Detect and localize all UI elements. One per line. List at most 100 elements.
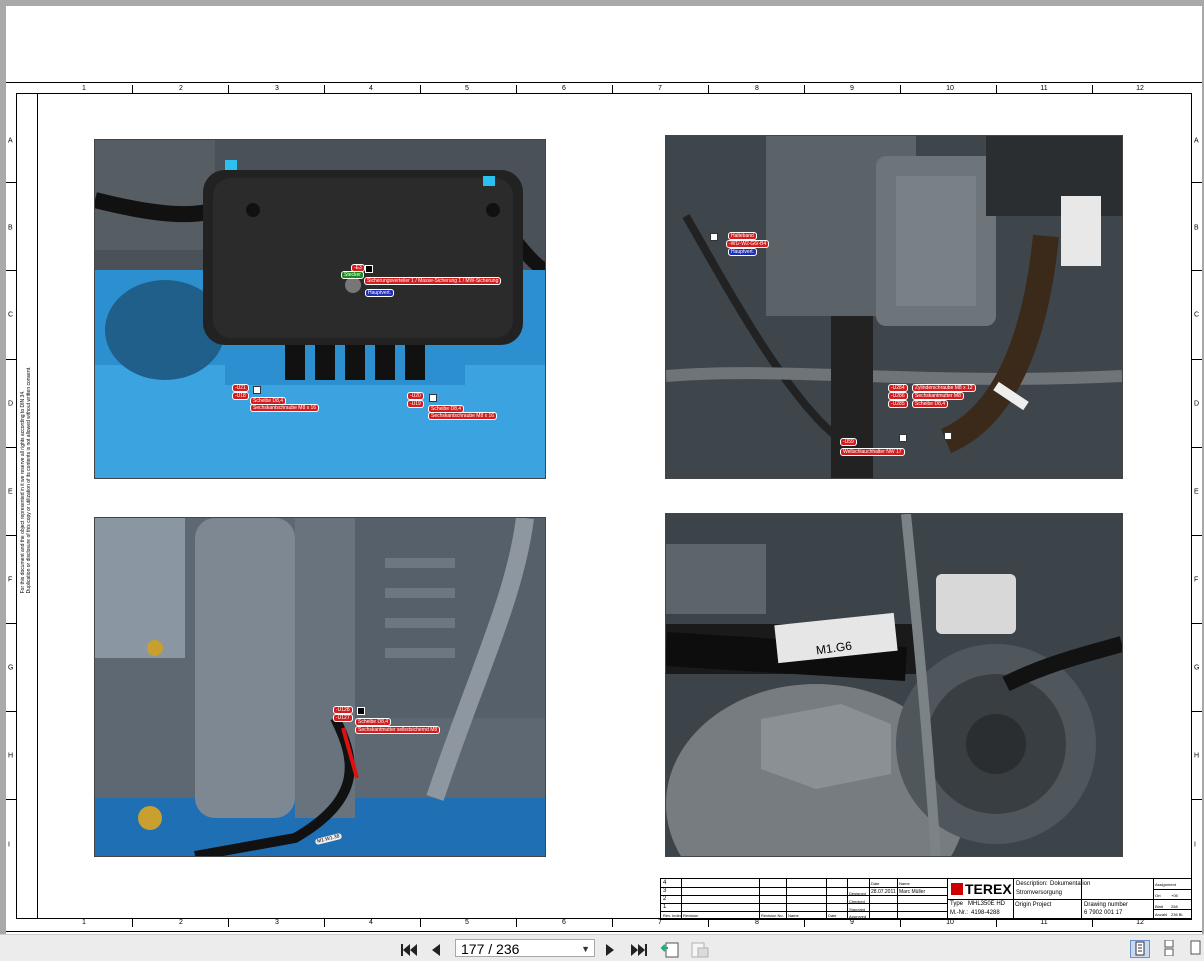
description-value-2: Stromversorgung — [1016, 890, 1063, 896]
col-label: 1 — [82, 919, 86, 926]
description-value: Dokumentation — [1050, 881, 1091, 887]
row-label: B — [1194, 224, 1199, 232]
tag-u285: -U285 — [888, 400, 908, 408]
col-label: 8 — [755, 85, 759, 92]
rev-row: 2 — [663, 896, 667, 902]
go-back-view-icon — [660, 942, 679, 958]
column-ruler-top: 1 2 3 4 5 6 7 8 9 10 11 12 — [9, 85, 1195, 93]
col-label: 9 — [850, 919, 854, 926]
single-page-view-button[interactable] — [1130, 940, 1150, 958]
go-back-view-button[interactable] — [660, 940, 680, 961]
callout-marker — [710, 233, 718, 241]
col-label: 11 — [1040, 85, 1048, 92]
go-forward-view-icon — [691, 942, 709, 958]
tag-sicherungsverteiler: Sicherungsverteiler 1 / Masse-Sicherung … — [364, 277, 502, 285]
tag-u128: -U128 — [333, 706, 353, 714]
tag-u59: -U59 — [840, 438, 857, 446]
col-label: 2 — [179, 85, 183, 92]
approved-label: Approved — [849, 914, 867, 919]
photo-engine-top: Halteband -W1/-W2-G6/-B4 Hauptvert. -U28… — [665, 135, 1123, 479]
row-label: H — [8, 752, 14, 760]
ort-label: Ort — [1155, 893, 1161, 898]
anzahl-label: Anzahl — [1155, 912, 1168, 917]
tag-hauptvert: Hauptvert. — [728, 248, 758, 256]
photo-engine-top-graphic — [666, 136, 1122, 478]
callout-marker — [899, 434, 907, 442]
page-number-text: 177 / 236 — [461, 941, 520, 957]
continuous-view-button[interactable] — [1160, 939, 1178, 957]
row-label: C — [1194, 311, 1200, 319]
tag-u18: -U18 — [232, 392, 249, 400]
photo-fuse-box-graphic — [95, 140, 545, 478]
anzahl-value: 236 Bl. — [1171, 912, 1184, 917]
description-label: Description: — [1016, 881, 1048, 887]
row-label: A — [1194, 137, 1199, 145]
first-page-button[interactable] — [400, 943, 418, 960]
photo-alternator-belt-graphic — [95, 518, 545, 856]
assignment-label: Assignment — [1155, 882, 1176, 887]
callout-marker — [429, 394, 437, 402]
photo-alternator-belt: -U128 -U127 Scheibe D8,4 Sechskantmutter… — [94, 517, 546, 857]
tag-halteband: Halteband — [728, 232, 757, 240]
col-label: 10 — [946, 919, 954, 926]
name-label: Name — [899, 881, 910, 886]
row-label: I — [8, 841, 10, 849]
chevron-down-icon[interactable]: ▼ — [581, 940, 590, 958]
drawing-number-value: 6 7902 001 17 — [1084, 910, 1123, 916]
next-page-icon — [606, 944, 614, 956]
tag-u127: -U127 — [333, 714, 353, 722]
rev-header: Revision — [683, 913, 699, 918]
row-label: G — [1194, 664, 1200, 672]
previous-page-button[interactable] — [430, 943, 442, 960]
col-label: 2 — [179, 919, 183, 926]
tag-u284: -U284 — [888, 384, 908, 392]
next-page-button[interactable] — [604, 943, 616, 960]
col-label: 3 — [275, 919, 279, 926]
first-page-icon — [401, 944, 417, 956]
viewer-toolbar: 177 / 236 ▼ — [0, 934, 1204, 961]
rev-row: 1 — [663, 904, 667, 910]
page-number-input[interactable]: 177 / 236 ▼ — [455, 939, 595, 957]
last-page-button[interactable] — [630, 943, 648, 960]
col-label: 4 — [369, 919, 373, 926]
tag-w1-w2: -W1/-W2-G6/-B4 — [726, 240, 770, 248]
designed-label: Designed — [849, 891, 866, 896]
copyright-line-2: Duplication or disclosure of this copy o… — [26, 366, 32, 594]
row-label: F — [1194, 576, 1199, 584]
facing-view-button[interactable] — [1188, 940, 1202, 956]
date-label: Date — [871, 881, 880, 886]
col-label: 7 — [658, 85, 662, 92]
col-label: 5 — [465, 919, 469, 926]
photo-alternator-filter: M1.G6 — [665, 513, 1123, 857]
last-page-icon — [631, 944, 647, 956]
row-label: I — [1194, 841, 1196, 849]
standard-label: Standard — [849, 907, 866, 912]
tag-sechskantschraube: Sechskantschraube M8 x 16 — [428, 412, 498, 420]
tag-scheibe: Scheibe D8,4 — [912, 400, 949, 408]
drawing-title-block: 4 3 2 1 Rev. Index Revision Revision No.… — [660, 878, 1192, 920]
col-label: 8 — [755, 919, 759, 926]
rev-header: Date — [828, 913, 837, 918]
col-label: 6 — [562, 85, 566, 92]
col-label: 1 — [82, 85, 86, 92]
terex-logo: TEREX — [951, 881, 1012, 897]
col-label: 10 — [946, 85, 954, 92]
tag-u286: -U286 — [888, 392, 908, 400]
rev-header: Rev. Index — [663, 913, 682, 918]
row-ruler-right: A B C D E F G H I — [1192, 93, 1202, 918]
rev-row: 3 — [663, 888, 667, 894]
tag-wellschlauchhalter: Wellschlauchhalter NW 17 — [840, 448, 905, 456]
rev-header: Revision No. — [761, 913, 784, 918]
col-label: 12 — [1136, 919, 1144, 926]
row-label: A — [8, 137, 13, 145]
go-forward-view-button[interactable] — [690, 940, 710, 961]
row-label: C — [8, 311, 14, 319]
rev-header: Name — [788, 913, 799, 918]
origin-project-label: Origin Project — [1015, 902, 1052, 908]
col-label: 12 — [1136, 85, 1144, 92]
single-page-icon — [1135, 941, 1145, 956]
terex-logo-text: TEREX — [965, 881, 1012, 897]
blatt-label: Blatt — [1155, 904, 1164, 909]
col-label: 7 — [658, 919, 662, 926]
row-label: E — [1194, 488, 1199, 496]
